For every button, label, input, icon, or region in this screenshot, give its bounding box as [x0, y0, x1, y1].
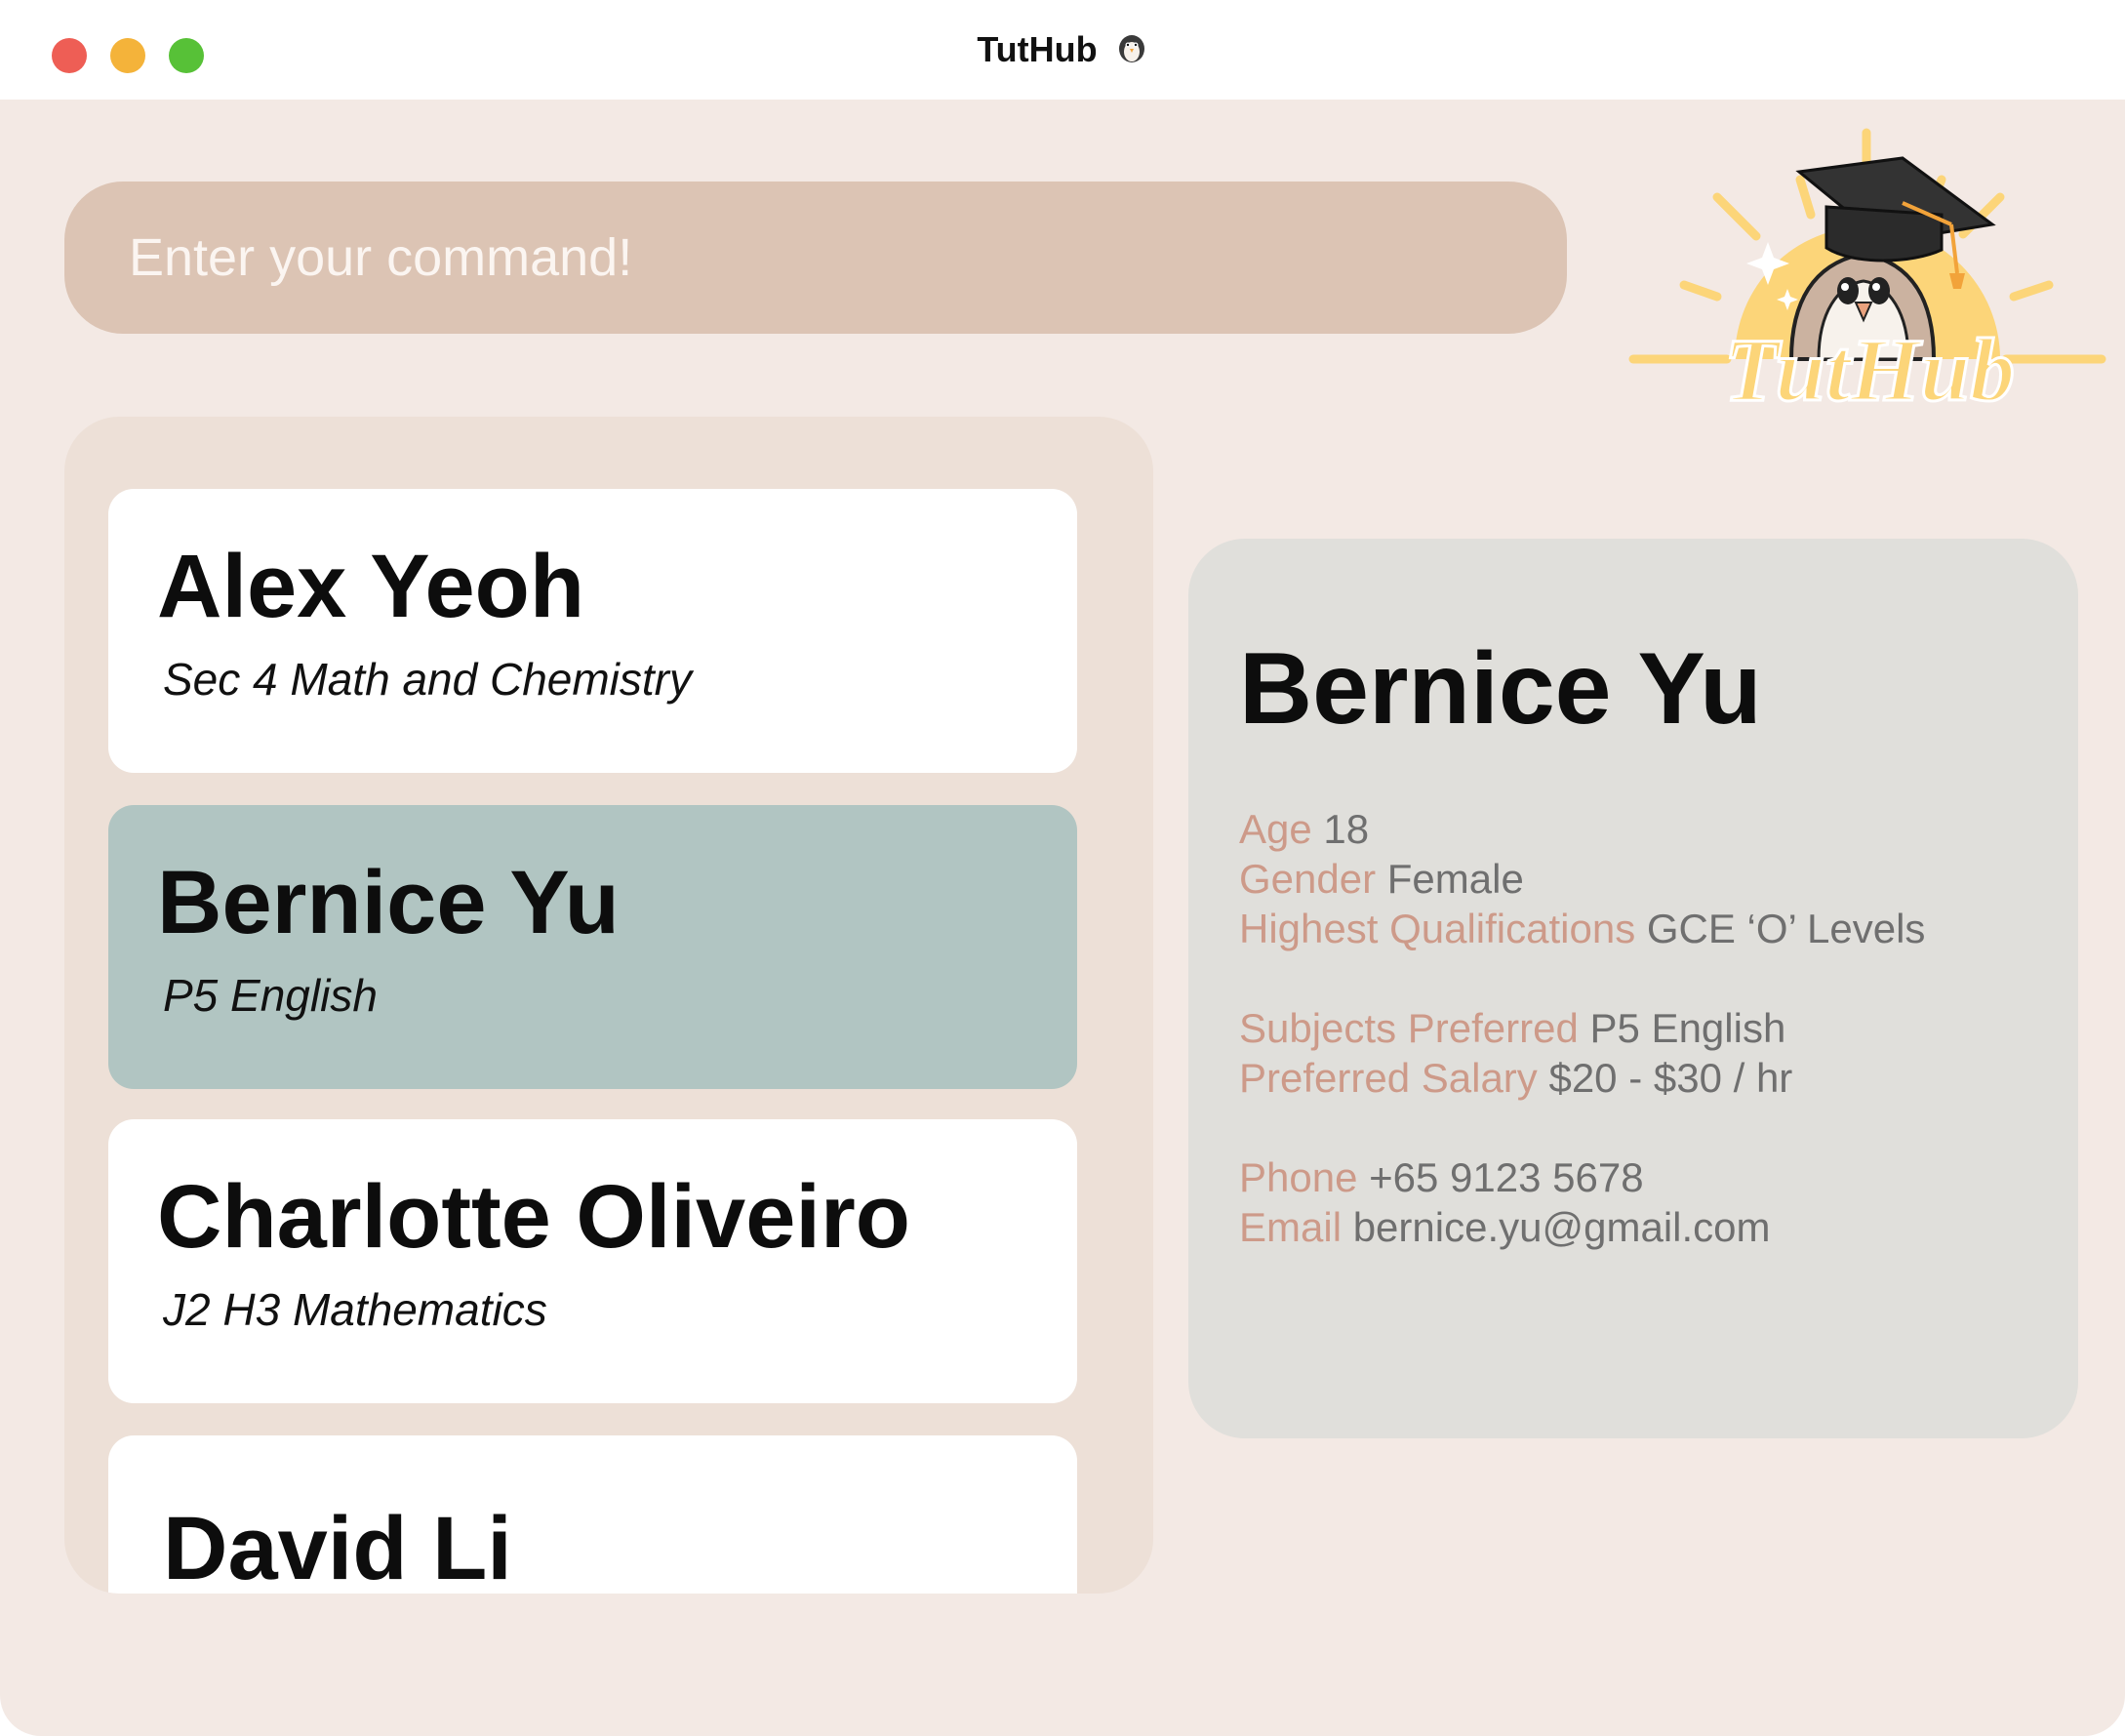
qualifications-value: GCE ‘O’ Levels — [1646, 906, 1926, 951]
salary-label: Preferred Salary — [1239, 1055, 1538, 1101]
tutor-card[interactable]: Charlotte Oliveiro J2 H3 Mathematics — [108, 1119, 1077, 1403]
tutor-card[interactable]: David Li — [108, 1435, 1077, 1594]
tutor-card-selected[interactable]: Bernice Yu P5 English — [108, 805, 1077, 1089]
email-row: Email bernice.yu@gmail.com — [1239, 1204, 1771, 1251]
detail-name: Bernice Yu — [1239, 632, 1762, 746]
tutor-card[interactable]: Alex Yeoh Sec 4 Math and Chemistry — [108, 489, 1077, 773]
phone-row: Phone +65 9123 5678 — [1239, 1154, 1644, 1201]
tutor-name: Bernice Yu — [157, 853, 620, 952]
salary-value: $20 - $30 / hr — [1548, 1055, 1793, 1101]
tuthub-logo: TutHub — [1620, 117, 2125, 429]
command-input[interactable] — [64, 182, 1567, 334]
subjects-value: P5 English — [1589, 1005, 1786, 1051]
tutor-detail-panel: Bernice Yu Age 18 Gender Female Highest … — [1188, 539, 2078, 1438]
email-value: bernice.yu@gmail.com — [1352, 1204, 1771, 1250]
age-label: Age — [1239, 806, 1312, 852]
window-title-area: TutHub — [0, 29, 2125, 73]
tutor-name: Alex Yeoh — [157, 537, 585, 636]
tutor-subjects: Sec 4 Math and Chemistry — [163, 654, 693, 705]
qualifications-label: Highest Qualifications — [1239, 906, 1636, 951]
penguin-icon — [1115, 31, 1148, 73]
app-window: TutHub Enter your command! TutHub Alex Y… — [0, 0, 2125, 1736]
gender-row: Gender Female — [1239, 856, 1524, 903]
window-title: TutHub — [977, 29, 1098, 69]
email-label: Email — [1239, 1204, 1343, 1250]
subjects-label: Subjects Preferred — [1239, 1005, 1579, 1051]
title-bar: TutHub — [0, 0, 2125, 100]
salary-row: Preferred Salary $20 - $30 / hr — [1239, 1055, 1792, 1102]
tutor-list[interactable]: Alex Yeoh Sec 4 Math and Chemistry Berni… — [64, 417, 1153, 1594]
gender-value: Female — [1386, 856, 1524, 902]
age-row: Age 18 — [1239, 806, 1369, 853]
phone-label: Phone — [1239, 1154, 1358, 1200]
tutor-subjects: J2 H3 Mathematics — [163, 1284, 547, 1335]
tutor-subjects: P5 English — [163, 970, 378, 1021]
subjects-row: Subjects Preferred P5 English — [1239, 1005, 1785, 1052]
qualifications-row: Highest Qualifications GCE ‘O’ Levels — [1239, 906, 1925, 952]
logo-text: TutHub — [1724, 320, 2015, 420]
phone-value: +65 9123 5678 — [1369, 1154, 1644, 1200]
tutor-name: Charlotte Oliveiro — [157, 1167, 910, 1267]
tutor-name: David Li — [163, 1499, 512, 1594]
gender-label: Gender — [1239, 856, 1377, 902]
age-value: 18 — [1323, 806, 1370, 852]
